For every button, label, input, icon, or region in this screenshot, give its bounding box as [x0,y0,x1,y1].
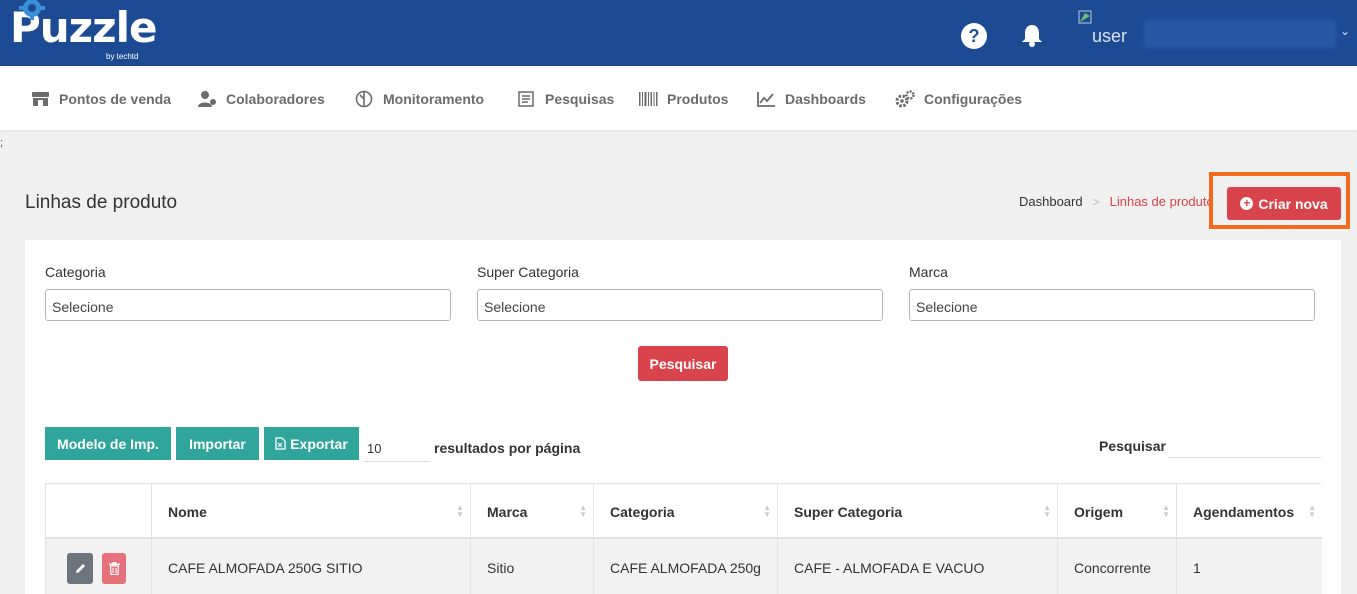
logo-subtitle: by techtd [106,52,139,61]
product-lines-table: Nome ▲ ▼ Marca ▲ ▼ Categoria ▲ ▼ Super Cate… [45,483,1322,594]
puzzle-logo[interactable]: Puzzle by techtd [10,0,157,61]
bell-icon[interactable] [1019,22,1045,48]
export-button[interactable]: Exportar [264,427,359,460]
nav-label: Pesquisas [545,91,615,107]
plus-circle-icon: + [1240,197,1254,210]
edit-button[interactable] [67,553,93,584]
monitor-icon [354,90,374,108]
column-header-origem[interactable]: Origem ▲ ▼ [1057,484,1176,539]
nav-produtos[interactable]: Produtos [638,90,728,108]
breadcrumb: Dashboard > Linhas de produto [1019,194,1214,209]
marca-select[interactable]: Selecione [909,289,1315,321]
cell-super-categoria: CAFE - ALMOFADA E VACUO [777,539,1057,594]
super-categoria-select[interactable]: Selecione [477,289,883,321]
breadcrumb-dashboard-link[interactable]: Dashboard [1019,194,1083,209]
cell-agendamentos: 1 [1176,539,1322,594]
nav-pesquisas[interactable]: Pesquisas [516,90,614,108]
top-bar: Puzzle by techtd ? user ⌄ [0,0,1357,66]
column-header-label: Super Categoria [794,504,903,520]
help-icon[interactable]: ? [961,23,987,49]
survey-icon [516,90,536,108]
import-template-button[interactable]: Modelo de Imp. [45,427,171,460]
store-icon [30,90,50,108]
search-button[interactable]: Pesquisar [638,346,728,381]
nav-label: Pontos de venda [59,91,172,107]
sort-icon: ▲ ▼ [456,503,464,519]
chevron-down-icon[interactable]: ⌄ [1340,24,1350,38]
pencil-icon [75,564,85,573]
nav-label: Dashboards [785,91,866,107]
sort-icon: ▲ ▼ [1308,503,1316,519]
nav-pontos-de-venda[interactable]: Pontos de venda [30,90,171,108]
cell-nome: CAFE ALMOFADA 250G SITIO [151,539,470,594]
create-button-highlight: + Criar nova [1209,172,1350,229]
column-header-agendamentos[interactable]: Agendamentos ▲ ▼ [1176,484,1322,539]
column-header-marca[interactable]: Marca ▲ ▼ [470,484,593,539]
super-categoria-label: Super Categoria [477,264,579,280]
gear-logo-icon [19,0,45,20]
per-page-label: resultados por página [434,440,581,456]
user-name: user [1092,26,1128,46]
table-search-label: Pesquisar [1099,438,1166,454]
user-email-redacted [1144,20,1336,48]
create-new-button[interactable]: + Criar nova [1227,187,1341,220]
column-header-nome[interactable]: Nome ▲ ▼ [151,484,470,539]
breadcrumb-separator: > [1092,194,1100,209]
column-header-super-categoria[interactable]: Super Categoria ▲ ▼ [777,484,1057,539]
column-header-actions [46,484,151,539]
page-title: Linhas de produto [25,192,178,213]
import-button[interactable]: Importar [176,427,259,460]
cell-marca: Sitio [470,539,593,594]
nav-monitoramento[interactable]: Monitoramento [354,90,484,108]
breadcrumb-current: Linhas de produto [1109,194,1214,209]
categoria-select[interactable]: Selecione [45,289,451,321]
user-menu[interactable]: user ⌄ [1078,10,1350,56]
gears-icon [895,90,915,108]
nav-dashboards[interactable]: Dashboards [756,90,866,108]
categoria-label: Categoria [45,264,106,280]
column-header-label: Agendamentos [1193,504,1295,520]
nav-label: Monitoramento [383,91,485,107]
excel-file-icon [275,437,286,450]
export-label: Exportar [290,435,348,452]
column-header-label: Nome [168,504,207,520]
trash-icon [108,562,120,575]
main-nav: Pontos de venda Colaboradores Monitorame… [0,66,1357,130]
sort-icon: ▲ ▼ [1043,503,1051,519]
users-icon [197,90,217,108]
column-header-label: Categoria [610,504,675,520]
cell-categoria: CAFE ALMOFADA 250g [593,539,777,594]
sort-icon: ▲ ▼ [1162,503,1170,519]
create-new-label: Criar nova [1258,195,1328,212]
nav-label: Colaboradores [226,91,325,107]
cell-origem: Concorrente [1057,539,1176,594]
table-row: CAFE ALMOFADA 250G SITIO Sitio CAFE ALMO… [46,539,1322,594]
content-panel: Categoria Selecione Super Categoria Sele… [25,240,1341,594]
column-header-label: Marca [487,504,528,520]
nav-configuracoes[interactable]: Configurações [895,90,1022,108]
marca-label: Marca [909,264,948,280]
barcode-icon [638,90,658,108]
per-page-input[interactable]: 10 [364,438,430,462]
nav-label: Configurações [924,91,1023,107]
sort-icon: ▲ ▼ [763,503,771,519]
nav-label: Produtos [667,91,729,107]
column-header-categoria[interactable]: Categoria ▲ ▼ [593,484,777,539]
delete-button[interactable] [102,553,126,584]
stray-text: ; [0,137,4,149]
sort-icon: ▲ ▼ [579,503,587,519]
avatar-icon [1078,10,1092,24]
chart-icon [756,90,776,108]
table-header-row: Nome ▲ ▼ Marca ▲ ▼ Categoria ▲ ▼ Super Cate… [46,484,1322,539]
column-header-label: Origem [1074,504,1124,520]
row-actions [46,539,151,594]
table-search-input[interactable] [1168,432,1321,458]
nav-colaboradores[interactable]: Colaboradores [197,90,325,108]
